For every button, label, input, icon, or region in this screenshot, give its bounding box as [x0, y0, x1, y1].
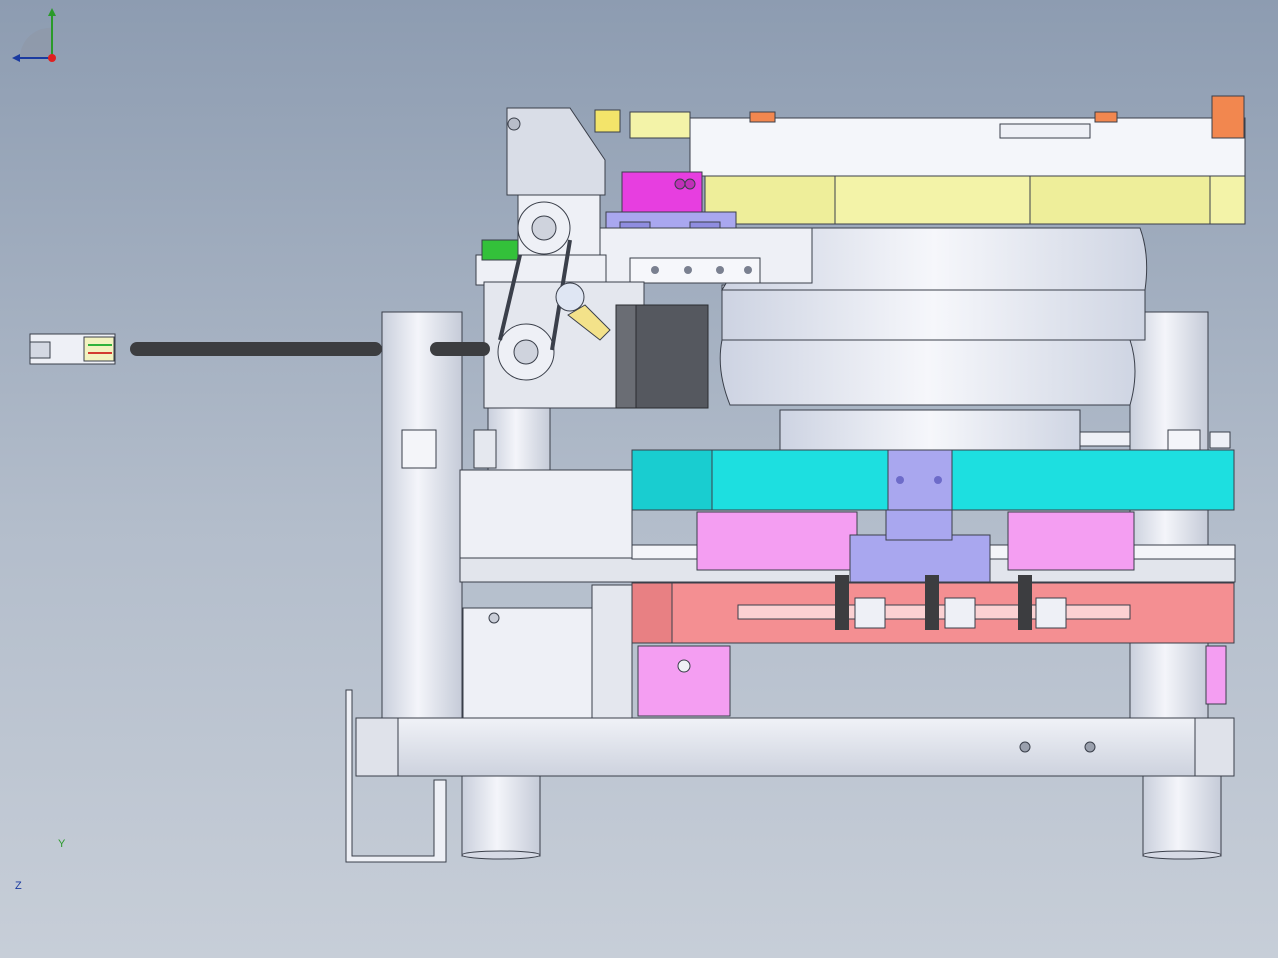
graphics-viewport[interactable]: Y Z	[0, 0, 1278, 958]
right-foot	[1142, 775, 1222, 860]
left-column	[381, 311, 463, 719]
left-foot	[461, 775, 541, 860]
z-axis-label: Z	[15, 880, 22, 892]
top-plate	[629, 95, 1246, 225]
cyan-carriage	[631, 449, 1235, 511]
base-plate	[355, 717, 1235, 777]
salmon-base-block	[631, 575, 1235, 644]
cad-model[interactable]	[0, 0, 1278, 958]
cam-rail	[599, 227, 813, 284]
right-column	[1129, 311, 1209, 719]
lower-motor	[462, 584, 633, 719]
stepper-motor	[615, 304, 709, 409]
coordinate-triad-icon	[12, 8, 56, 62]
y-axis-label: Y	[58, 838, 66, 850]
